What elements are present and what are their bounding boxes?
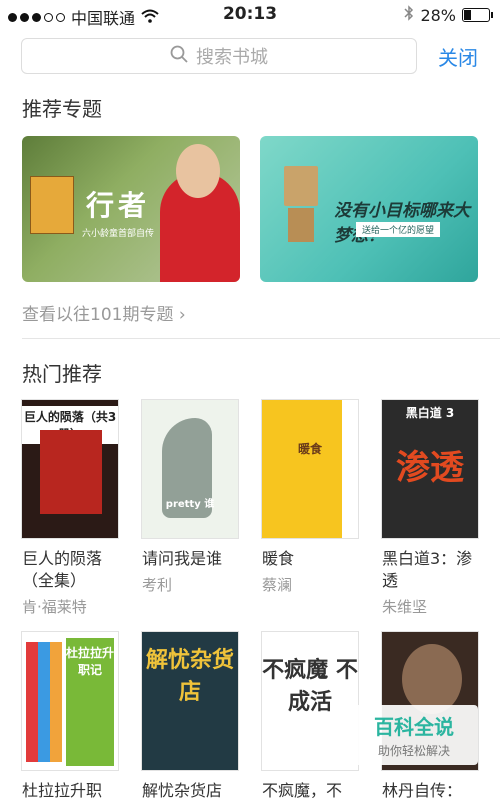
banner-portrait-face	[176, 144, 220, 198]
book-title: 解忧杂货店	[142, 781, 223, 800]
book-title: 林丹自传：	[382, 781, 463, 800]
book-title: 巨人的陨落（全集）	[22, 549, 103, 590]
book-item[interactable]: 不疯魔 不成活 不疯魔，不	[262, 632, 358, 802]
status-right: 28%	[404, 5, 493, 25]
banner-robot-image	[284, 166, 318, 242]
book-item[interactable]: 暖食 暖食 蔡澜	[262, 400, 358, 595]
book-item[interactable]: 巨人的陨落（共3册） 巨人的陨落（全集） 肯·福莱特	[22, 400, 118, 617]
battery-percent: 28%	[420, 5, 456, 25]
watermark-title: 百科全说	[374, 715, 454, 739]
book-cover: 黑白道 3 渗透	[382, 400, 478, 538]
book-cover: 杜拉拉升职记	[22, 632, 118, 770]
book-item[interactable]: 杜拉拉升职记 杜拉拉升职	[22, 632, 118, 802]
close-button[interactable]: 关闭	[438, 42, 478, 71]
banner-subtitle: 六小龄童首部自传	[82, 229, 155, 239]
book-title: 黑白道3：渗透	[382, 549, 473, 590]
more-topics-link[interactable]: 查看以往101期专题 ›	[22, 300, 186, 325]
watermark-subtitle: 助你轻松解决	[377, 744, 450, 758]
topic-banner-xingzhe[interactable]: 行者 六小龄童首部自传	[22, 136, 240, 282]
cover-title: 暖食	[297, 442, 322, 456]
book-item[interactable]: 黑白道 3 渗透 黑白道3：渗透 朱维坚	[382, 400, 478, 617]
cover-title: pretty 谁	[165, 499, 215, 510]
banner-title: 没有小目标哪来大梦想？	[334, 201, 470, 246]
battery-icon	[462, 8, 493, 22]
bluetooth-icon	[404, 5, 414, 25]
book-author: 考利	[142, 576, 173, 594]
book-cover: 暖食	[262, 400, 358, 538]
book-title: 杜拉拉升职	[22, 781, 103, 800]
banner-subtitle: 送给一个亿的愿望	[356, 222, 441, 237]
book-item[interactable]: pretty 谁 请问我是谁 考利	[142, 400, 238, 595]
cover-title-large: 渗透	[396, 448, 464, 488]
book-cover: 解忧杂货店	[142, 632, 238, 770]
book-title: 暖食	[262, 549, 295, 568]
cover-title: 黑白道 3	[405, 406, 455, 420]
book-cover: 不疯魔 不成活	[262, 632, 358, 770]
book-author: 朱维坚	[382, 598, 428, 616]
cover-title: 解忧杂货店	[145, 648, 234, 705]
banner-book-image	[30, 176, 74, 234]
book-title: 请问我是谁	[142, 549, 223, 568]
banner-title: 行者	[86, 189, 151, 222]
search-row: 搜索书城 关闭	[0, 38, 500, 78]
cover-title: 不疯魔 不成活	[262, 658, 358, 715]
topic-banner-dream[interactable]: 没有小目标哪来大梦想？ 送给一个亿的愿望	[260, 136, 478, 282]
book-item[interactable]: 解忧杂货店 解忧杂货店	[142, 632, 238, 802]
search-icon	[170, 45, 188, 68]
book-cover: pretty 谁	[142, 400, 238, 538]
status-bar: 中国联通 20:13 28%	[0, 0, 500, 30]
book-author: 肯·福莱特	[22, 598, 87, 616]
cover-title: 杜拉拉升职记	[66, 646, 115, 677]
book-cover: 巨人的陨落（共3册）	[22, 400, 118, 538]
search-input[interactable]: 搜索书城	[21, 38, 417, 74]
search-placeholder: 搜索书城	[196, 47, 268, 68]
section-divider	[22, 338, 500, 339]
book-author: 蔡澜	[262, 576, 293, 594]
watermark-logo: 百科全说 助你轻松解决	[350, 705, 478, 765]
topics-section-title: 推荐专题	[22, 97, 102, 121]
book-title: 不疯魔，不	[262, 781, 343, 800]
hot-section-title: 热门推荐	[22, 362, 102, 386]
